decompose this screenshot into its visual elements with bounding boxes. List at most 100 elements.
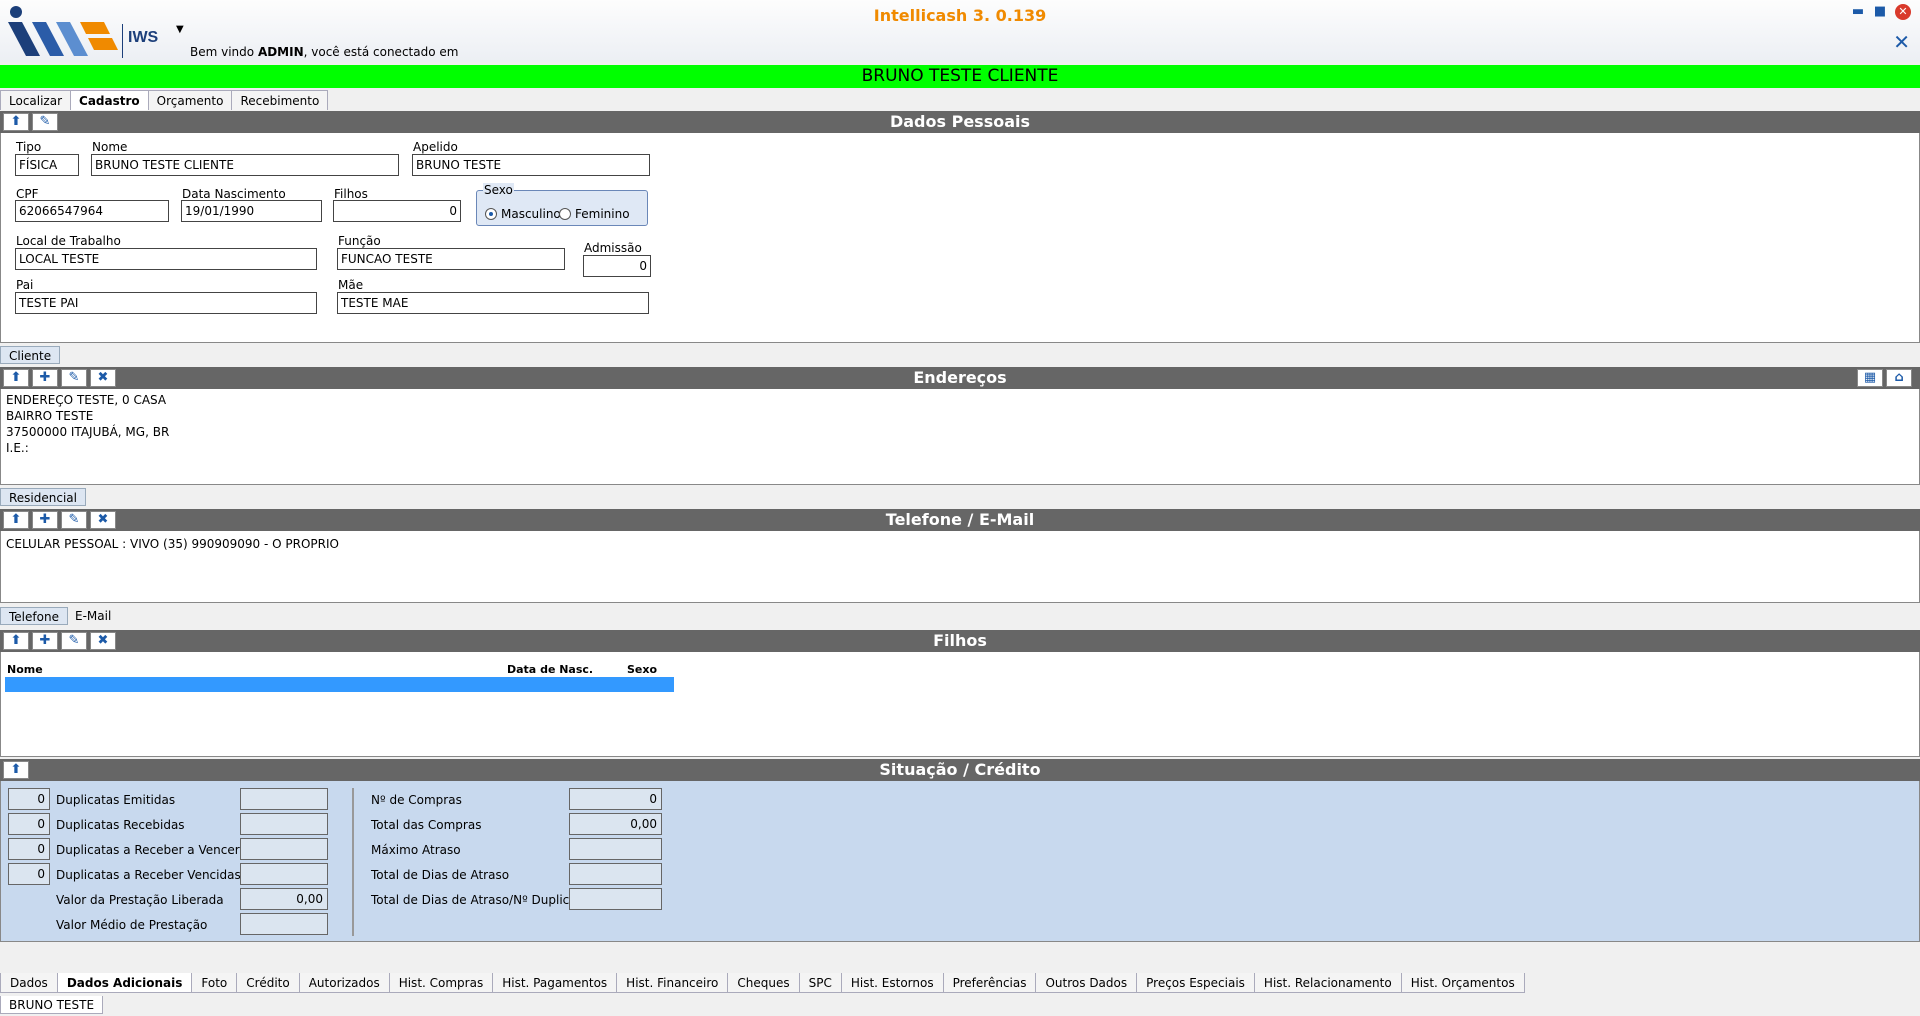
tab-credito[interactable]: Crédito	[236, 973, 300, 993]
edit-icon[interactable]: ✎	[61, 369, 87, 387]
radio-selected-icon	[485, 208, 497, 220]
tab-orcamento[interactable]: Orçamento	[147, 90, 233, 110]
dup-emitidas-amount	[240, 788, 328, 810]
table-row[interactable]	[5, 677, 674, 692]
tab-cliente[interactable]: Cliente	[0, 346, 61, 364]
tipo-field[interactable]: FÍSICA	[15, 154, 79, 176]
tab-cheques[interactable]: Cheques	[727, 973, 800, 993]
divider	[352, 788, 354, 936]
prest-liberada-value: 0,00	[240, 888, 328, 910]
tab-cadastro[interactable]: Cadastro	[70, 90, 149, 110]
tab-bruno-teste[interactable]: BRUNO TESTE	[0, 996, 104, 1014]
feminino-radio[interactable]: Feminino	[559, 207, 630, 221]
collapse-up-icon[interactable]: ⬆	[3, 369, 29, 387]
filhos-field[interactable]: 0	[333, 200, 461, 222]
dias-atraso-value	[569, 863, 662, 885]
col-sexo[interactable]: Sexo	[627, 663, 657, 676]
app-header: IWS ▼ Bem vindo ADMIN, você está conecta…	[0, 0, 1920, 62]
edit-icon[interactable]: ✎	[61, 511, 87, 529]
cpf-label: CPF	[16, 187, 39, 201]
radio-empty-icon	[559, 208, 571, 220]
tab-hist-relacionamento[interactable]: Hist. Relacionamento	[1253, 973, 1402, 993]
telefone-text: CELULAR PESSOAL : VIVO (35) 990909090 - …	[6, 537, 339, 551]
dup-emitidas-value: 0	[8, 788, 50, 810]
dup-emitidas-label: Duplicatas Emitidas	[56, 793, 176, 807]
delete-icon[interactable]: ✖	[90, 632, 116, 650]
funcao-label: Função	[338, 234, 381, 248]
filhos-title: Filhos	[0, 630, 1920, 652]
tab-hist-financeiro[interactable]: Hist. Financeiro	[616, 973, 729, 993]
add-icon[interactable]: ✚	[32, 511, 58, 529]
pai-field[interactable]: TESTE PAI	[15, 292, 317, 314]
add-icon[interactable]: ✚	[32, 632, 58, 650]
tab-outros-dados[interactable]: Outros Dados	[1035, 973, 1138, 993]
n-compras-label: Nº de Compras	[371, 793, 462, 807]
nome-field[interactable]: BRUNO TESTE CLIENTE	[91, 154, 399, 176]
nasc-field[interactable]: 19/01/1990	[181, 200, 322, 222]
map-icon[interactable]: ▦	[1857, 369, 1883, 387]
logo-text: IWS	[128, 29, 159, 46]
dias-atraso-dup-label: Total de Dias de Atraso/Nº Duplic.	[371, 893, 574, 907]
close-window-icon[interactable]: ✕	[1895, 4, 1911, 20]
tab-residencial[interactable]: Residencial	[0, 488, 86, 506]
bottom-tabs: Dados Dados Adicionais Foto Crédito Auto…	[0, 973, 1525, 993]
funcao-field[interactable]: FUNCAO TESTE	[337, 248, 565, 270]
endereco-text: ENDEREÇO TESTE, 0 CASA BAIRRO TESTE 3750…	[6, 393, 170, 455]
dup-vencidas-label: Duplicatas a Receber Vencidas	[56, 868, 241, 882]
dados-pessoais-title: Dados Pessoais	[0, 111, 1920, 133]
filhos-label: Filhos	[334, 187, 368, 201]
trabalho-field[interactable]: LOCAL TESTE	[15, 248, 317, 270]
collapse-up-icon[interactable]: ⬆	[3, 511, 29, 529]
prest-liberada-label: Valor da Prestação Liberada	[56, 893, 224, 907]
masculino-radio[interactable]: Masculino	[485, 207, 561, 221]
prest-media-value	[240, 913, 328, 935]
feminino-label: Feminino	[575, 207, 630, 221]
sexo-group: Sexo Masculino Feminino	[476, 183, 648, 226]
dias-atraso-dup-value	[569, 888, 662, 910]
tab-localizar[interactable]: Localizar	[0, 90, 72, 110]
admissao-field[interactable]: 0	[583, 255, 651, 277]
tab-autorizados[interactable]: Autorizados	[298, 973, 390, 993]
tab-preferencias[interactable]: Preferências	[942, 973, 1037, 993]
delete-icon[interactable]: ✖	[90, 369, 116, 387]
cpf-field[interactable]: 62066547964	[15, 200, 169, 222]
dup-vencer-amount	[240, 838, 328, 860]
dias-atraso-label: Total de Dias de Atraso	[371, 868, 510, 882]
collapse-up-icon[interactable]: ⬆	[3, 632, 29, 650]
collapse-up-icon[interactable]: ⬆	[3, 113, 29, 131]
apelido-label: Apelido	[413, 140, 458, 154]
minimize-icon[interactable]: ▬	[1850, 4, 1866, 20]
home-icon[interactable]: ⌂	[1886, 369, 1912, 387]
tab-hist-orcamentos[interactable]: Hist. Orçamentos	[1400, 973, 1525, 993]
total-compras-label: Total das Compras	[371, 818, 482, 832]
user-dropdown-icon[interactable]: ▼	[176, 24, 184, 35]
n-compras-value: 0	[569, 788, 662, 810]
tab-email[interactable]: E-Mail	[75, 609, 111, 623]
sexo-label: Sexo	[483, 183, 514, 197]
tab-hist-estornos[interactable]: Hist. Estornos	[840, 973, 944, 993]
edit-icon[interactable]: ✎	[61, 632, 87, 650]
dup-recebidas-label: Duplicatas Recebidas	[56, 818, 185, 832]
delete-icon[interactable]: ✖	[90, 511, 116, 529]
total-compras-value: 0,00	[569, 813, 662, 835]
close-tab-icon[interactable]: ✕	[1893, 30, 1910, 54]
tab-dados[interactable]: Dados	[0, 973, 58, 993]
maximize-icon[interactable]: ■	[1872, 4, 1888, 20]
edit-icon[interactable]: ✎	[32, 113, 58, 131]
tab-telefone[interactable]: Telefone	[0, 607, 68, 625]
mae-field[interactable]: TESTE MAE	[337, 292, 649, 314]
tab-foto[interactable]: Foto	[191, 973, 238, 993]
tab-recebimento[interactable]: Recebimento	[231, 90, 329, 110]
dup-vencidas-value: 0	[8, 863, 50, 885]
tab-dados-adicionais[interactable]: Dados Adicionais	[56, 973, 193, 993]
max-atraso-label: Máximo Atraso	[371, 843, 461, 857]
tab-precos-especiais[interactable]: Preços Especiais	[1136, 973, 1255, 993]
tab-spc[interactable]: SPC	[798, 973, 842, 993]
tab-hist-compras[interactable]: Hist. Compras	[388, 973, 494, 993]
apelido-field[interactable]: BRUNO TESTE	[412, 154, 650, 176]
collapse-up-icon[interactable]: ⬆	[3, 761, 29, 779]
tab-hist-pagamentos[interactable]: Hist. Pagamentos	[492, 973, 618, 993]
add-icon[interactable]: ✚	[32, 369, 58, 387]
col-nome[interactable]: Nome	[7, 663, 43, 676]
col-nasc[interactable]: Data de Nasc.	[507, 663, 593, 676]
